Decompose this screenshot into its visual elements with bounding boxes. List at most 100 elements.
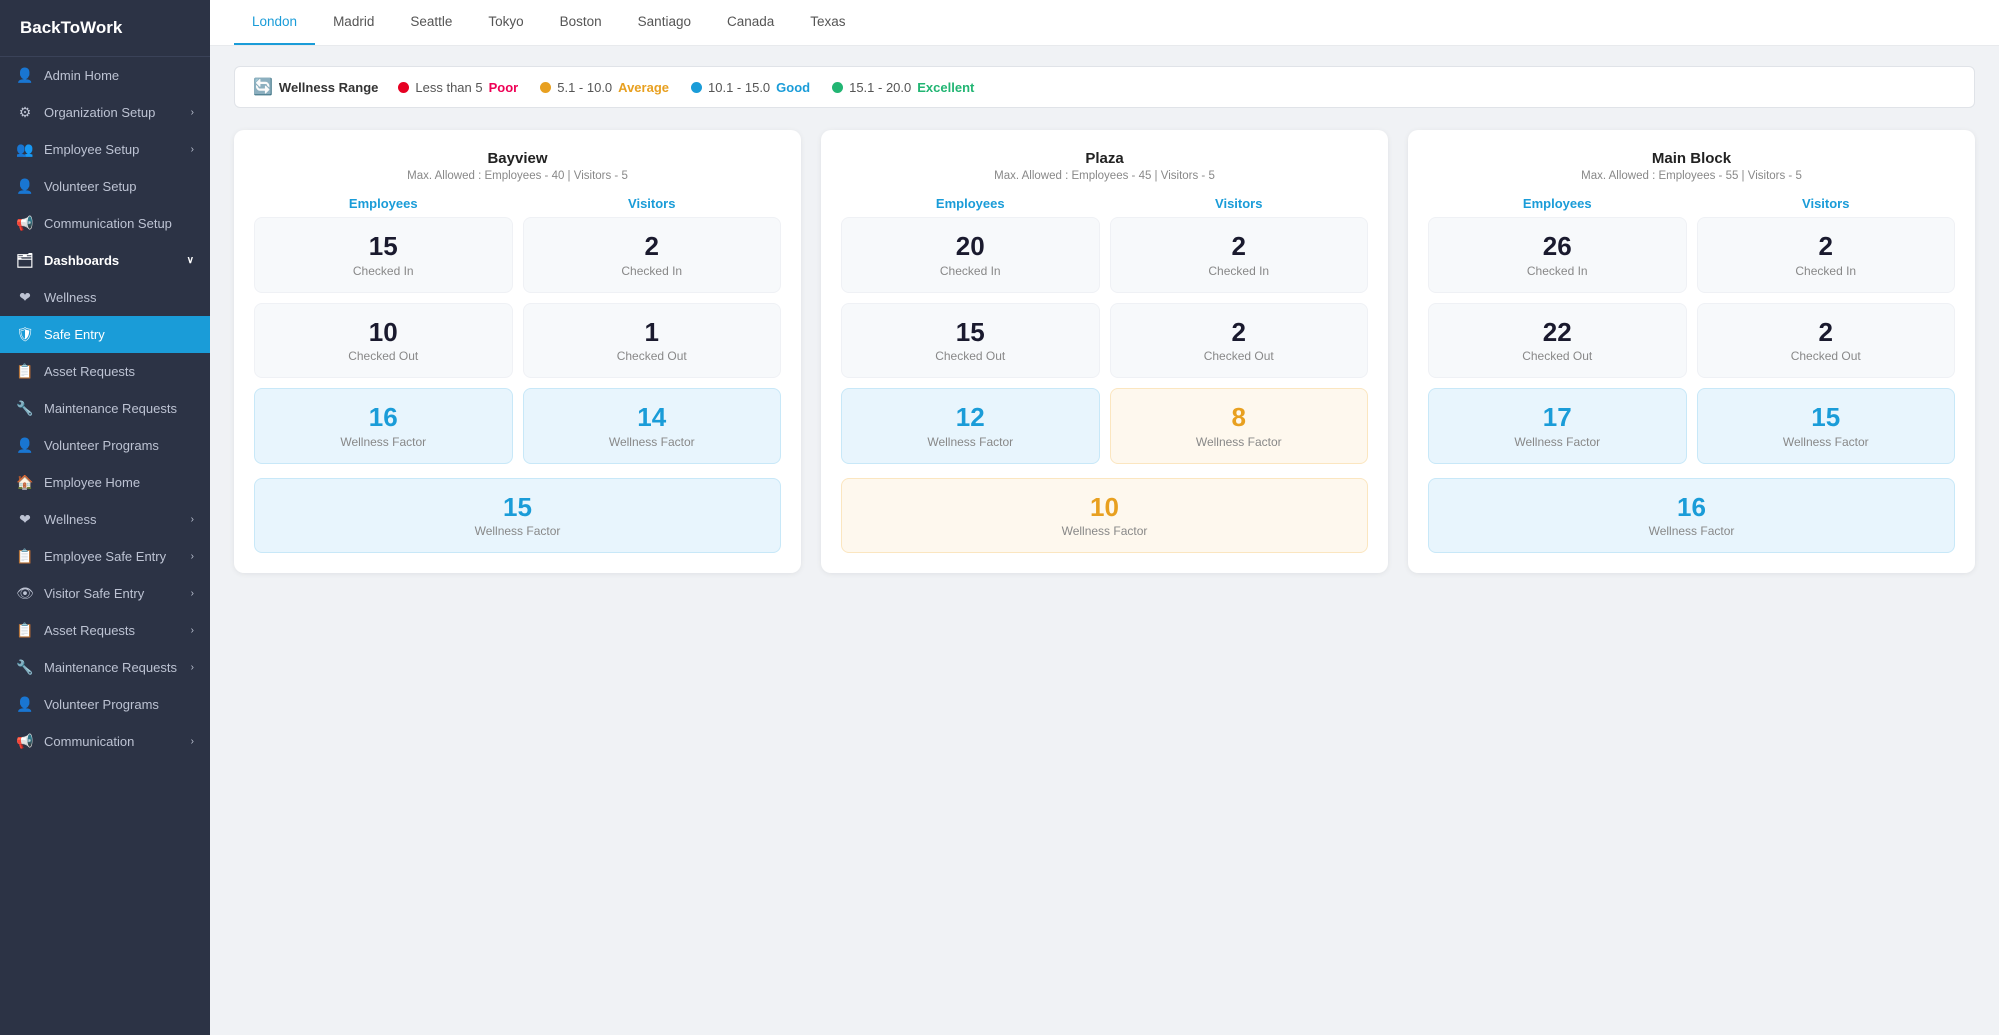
- bayview-checkedin-row: 15 Checked In 2 Checked In: [254, 217, 781, 293]
- tab-texas[interactable]: Texas: [792, 0, 863, 45]
- tab-boston[interactable]: Boston: [542, 0, 620, 45]
- bayview-combined-wellness: 15 Wellness Factor: [254, 478, 781, 554]
- employees-icon: 👥: [16, 141, 34, 158]
- wellness-range-title: 🔄 Wellness Range: [253, 77, 378, 97]
- tab-canada[interactable]: Canada: [709, 0, 792, 45]
- main-block-combined-wellness: 16 Wellness Factor: [1428, 478, 1955, 554]
- sidebar-item-maintenance-requests2[interactable]: 🔧 Maintenance Requests ›: [0, 649, 210, 686]
- tab-madrid[interactable]: Madrid: [315, 0, 392, 45]
- volunteer-icon: 👤: [16, 178, 34, 195]
- shield-icon: 🛡: [16, 326, 34, 343]
- main-block-emp-checkedout-label: Checked Out: [1437, 349, 1678, 363]
- chevron-icon: ›: [191, 736, 194, 747]
- chevron-icon: ›: [191, 144, 194, 155]
- plaza-vis-checkedin-num: 2: [1119, 232, 1360, 261]
- sidebar-item-maintenance-requests[interactable]: 🔧 Maintenance Requests: [0, 390, 210, 427]
- sidebar-item-employee-setup[interactable]: 👥 Employee Setup ›: [0, 131, 210, 168]
- main-block-emp-wellness-num: 17: [1437, 403, 1678, 432]
- average-dot: [540, 82, 551, 93]
- plaza-employees-header: Employees: [841, 196, 1100, 211]
- sidebar-item-communication[interactable]: 📢 Communication ›: [0, 723, 210, 760]
- good-dot: [691, 82, 702, 93]
- plaza-emp-wellness-label: Wellness Factor: [850, 435, 1091, 449]
- bayview-vis-checkedout-label: Checked Out: [532, 349, 773, 363]
- plaza-emp-checkedout-num: 15: [850, 318, 1091, 347]
- main-block-emp-checkedout-num: 22: [1437, 318, 1678, 347]
- main-block-vis-wellness-num: 15: [1706, 403, 1947, 432]
- main-content: London Madrid Seattle Tokyo Boston Santi…: [210, 0, 1999, 1035]
- plaza-vis-checkedout-num: 2: [1119, 318, 1360, 347]
- plaza-emp-checkedout: 15 Checked Out: [841, 303, 1100, 379]
- sidebar-item-communication-setup[interactable]: 📢 Communication Setup: [0, 205, 210, 242]
- bayview-ev-headers: Employees Visitors: [254, 196, 781, 217]
- bayview-vis-checkedout-num: 1: [532, 318, 773, 347]
- plaza-emp-wellness-num: 12: [850, 403, 1091, 432]
- sidebar-item-dashboards[interactable]: 🗂 Dashboards ∨: [0, 242, 210, 279]
- sidebar-item-asset-requests[interactable]: 📋 Asset Requests: [0, 353, 210, 390]
- sidebar-item-volunteer-programs2[interactable]: 👤 Volunteer Programs: [0, 686, 210, 723]
- tab-london[interactable]: London: [234, 0, 315, 45]
- bayview-wellness-row: 16 Wellness Factor 14 Wellness Factor: [254, 388, 781, 464]
- wr-excellent: 15.1 - 20.0 Excellent: [832, 80, 974, 95]
- plaza-vis-wellness-label: Wellness Factor: [1119, 435, 1360, 449]
- building-main-block: Main Block Max. Allowed : Employees - 55…: [1408, 130, 1975, 573]
- maintenance-icon: 🔧: [16, 659, 34, 676]
- sidebar-item-wellness2[interactable]: ❤ Wellness ›: [0, 501, 210, 538]
- plaza-vis-checkedout-label: Checked Out: [1119, 349, 1360, 363]
- sidebar-item-admin-home[interactable]: 👤 Admin Home: [0, 57, 210, 94]
- sidebar-item-safe-entry[interactable]: 🛡 Safe Entry: [0, 316, 210, 353]
- heart-icon: ❤: [16, 511, 34, 528]
- main-block-checkedout-row: 22 Checked Out 2 Checked Out: [1428, 303, 1955, 379]
- main-block-vis-checkedin: 2 Checked In: [1697, 217, 1956, 293]
- tab-tokyo[interactable]: Tokyo: [470, 0, 541, 45]
- asset-icon: 📋: [16, 622, 34, 639]
- dashboard-icon: 🗂: [16, 252, 34, 269]
- plaza-title: Plaza: [841, 150, 1368, 167]
- bayview-vis-checkedin: 2 Checked In: [523, 217, 782, 293]
- wr-poor: Less than 5 Poor: [398, 80, 518, 95]
- bayview-combined-label: Wellness Factor: [263, 524, 772, 538]
- sidebar-item-volunteer-setup[interactable]: 👤 Volunteer Setup: [0, 168, 210, 205]
- vol-prog-icon: 👤: [16, 696, 34, 713]
- excellent-dot: [832, 82, 843, 93]
- sidebar-item-visitor-safe-entry[interactable]: 👁 Visitor Safe Entry ›: [0, 575, 210, 612]
- main-block-vis-checkedout: 2 Checked Out: [1697, 303, 1956, 379]
- main-block-emp-checkedin: 26 Checked In: [1428, 217, 1687, 293]
- main-block-checkedin-row: 26 Checked In 2 Checked In: [1428, 217, 1955, 293]
- poor-dot: [398, 82, 409, 93]
- bayview-vis-wellness-label: Wellness Factor: [532, 435, 773, 449]
- wrench-icon: 🔧: [16, 400, 34, 417]
- plaza-combined-wellness: 10 Wellness Factor: [841, 478, 1368, 554]
- plaza-ev-headers: Employees Visitors: [841, 196, 1368, 217]
- chevron-icon: ›: [191, 514, 194, 525]
- admin-icon: 👤: [16, 67, 34, 84]
- plaza-checkedin-row: 20 Checked In 2 Checked In: [841, 217, 1368, 293]
- sidebar-item-employee-home[interactable]: 🏠 Employee Home: [0, 464, 210, 501]
- plaza-vis-checkedout: 2 Checked Out: [1110, 303, 1369, 379]
- home-icon: 🏠: [16, 474, 34, 491]
- main-block-subtitle: Max. Allowed : Employees - 55 | Visitors…: [1428, 170, 1955, 182]
- sidebar-item-employee-safe-entry[interactable]: 📋 Employee Safe Entry ›: [0, 538, 210, 575]
- plaza-vis-wellness: 8 Wellness Factor: [1110, 388, 1369, 464]
- bayview-emp-checkedin-num: 15: [263, 232, 504, 261]
- sidebar-item-wellness[interactable]: ❤ Wellness: [0, 279, 210, 316]
- plaza-combined-num: 10: [850, 493, 1359, 522]
- sidebar-item-organization-setup[interactable]: ⚙ Organization Setup ›: [0, 94, 210, 131]
- main-block-combined-num: 16: [1437, 493, 1946, 522]
- sidebar-item-asset-requests2[interactable]: 📋 Asset Requests ›: [0, 612, 210, 649]
- sidebar-item-volunteer-programs[interactable]: 👤 Volunteer Programs: [0, 427, 210, 464]
- chevron-icon: ∨: [187, 255, 194, 266]
- main-block-vis-checkedout-label: Checked Out: [1706, 349, 1947, 363]
- tab-seattle[interactable]: Seattle: [392, 0, 470, 45]
- bayview-vis-checkedin-num: 2: [532, 232, 773, 261]
- bayview-employees-header: Employees: [254, 196, 513, 211]
- plaza-emp-checkedin-label: Checked In: [850, 264, 1091, 278]
- plaza-vis-checkedin-label: Checked In: [1119, 264, 1360, 278]
- comm-icon: 📢: [16, 733, 34, 750]
- tab-santiago[interactable]: Santiago: [620, 0, 709, 45]
- main-block-emp-wellness: 17 Wellness Factor: [1428, 388, 1687, 464]
- plaza-combined-label: Wellness Factor: [850, 524, 1359, 538]
- main-block-stats: 26 Checked In 2 Checked In 22 Checked Ou…: [1428, 217, 1955, 553]
- buildings-grid: Bayview Max. Allowed : Employees - 40 | …: [234, 130, 1975, 573]
- bayview-stats: 15 Checked In 2 Checked In 10 Checked Ou…: [254, 217, 781, 553]
